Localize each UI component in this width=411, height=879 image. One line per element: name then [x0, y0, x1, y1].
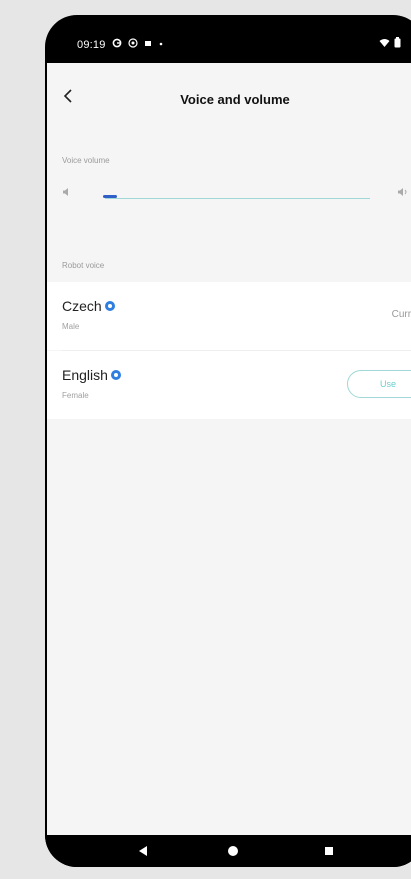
voice-item-czech[interactable]: Czech Male Current: [47, 282, 411, 350]
volume-high-icon: [397, 187, 409, 200]
notification-icon: [144, 39, 152, 50]
app-screen: Voice and volume Voice volume Robot voic…: [47, 63, 411, 835]
voice-volume-label: Voice volume: [62, 156, 110, 165]
nav-home-button[interactable]: [225, 843, 241, 859]
status-bar: 09:19: [45, 15, 411, 63]
page-title: Voice and volume: [180, 92, 290, 107]
voice-name-text: Czech: [62, 298, 102, 314]
voice-badge-icon: [110, 370, 121, 380]
status-left: 09:19: [77, 38, 164, 51]
voice-name: English: [62, 367, 121, 383]
status-right: [379, 37, 401, 51]
volume-slider-track[interactable]: [105, 198, 370, 199]
voice-name-text: English: [62, 367, 108, 383]
voice-gender: Male: [62, 322, 80, 331]
voice-name: Czech: [62, 298, 115, 314]
location-icon: [127, 38, 138, 51]
header: Voice and volume: [47, 63, 411, 127]
nav-back-button[interactable]: [135, 843, 151, 859]
robot-voice-label: Robot voice: [62, 261, 105, 270]
phone-frame: 09:19 Voice and volume Voice volume Robo…: [45, 15, 411, 867]
recents-square-icon: [325, 847, 333, 855]
nav-recents-button[interactable]: [321, 843, 337, 859]
back-triangle-icon: [139, 846, 147, 856]
dot-icon: [158, 39, 164, 50]
use-voice-button[interactable]: Use: [347, 370, 411, 398]
home-circle-icon: [228, 846, 238, 856]
wifi-icon: [379, 38, 390, 51]
voice-gender: Female: [62, 391, 89, 400]
volume-slider-thumb[interactable]: [103, 195, 117, 198]
google-icon: [112, 38, 122, 51]
volume-low-icon: [62, 187, 72, 200]
voice-item-english[interactable]: English Female Use: [47, 351, 411, 419]
status-time: 09:19: [77, 38, 106, 51]
battery-icon: [394, 37, 401, 51]
volume-slider-row: [47, 173, 411, 213]
voice-badge-icon: [104, 301, 115, 311]
current-status-label: Current: [391, 309, 411, 320]
system-nav-bar: [45, 835, 411, 867]
